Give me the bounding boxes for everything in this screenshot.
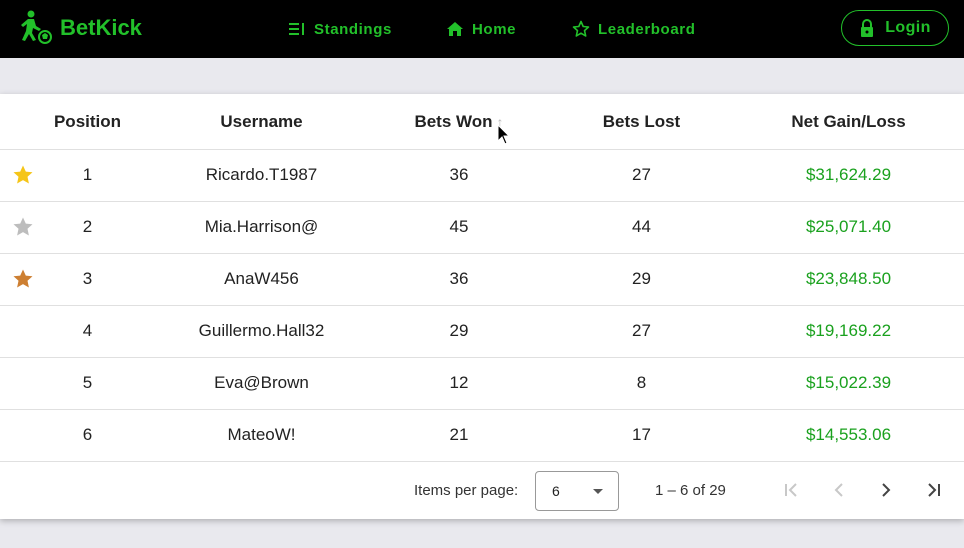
net-gain-loss-cell: $23,848.50: [805, 269, 892, 288]
bets-lost-cell: 27: [632, 165, 651, 184]
chevron-left-icon: [834, 483, 843, 497]
dropdown-arrow-icon: [593, 489, 603, 494]
chevron-right-icon: [882, 483, 891, 497]
position-cell: 2: [82, 217, 93, 236]
header-username[interactable]: Username: [170, 94, 353, 149]
star-outline-icon: [572, 20, 590, 37]
username-cell: Guillermo.Hall32: [198, 321, 325, 340]
nav-leaderboard-label: Leaderboard: [598, 20, 696, 38]
brand-logo[interactable]: BetKick: [14, 10, 142, 46]
login-label: Login: [885, 19, 931, 36]
bets-won-cell: 29: [449, 321, 469, 340]
nav-home-label: Home: [472, 20, 517, 38]
username-cell: Ricardo.T1987: [205, 165, 318, 184]
position-cell: 5: [82, 373, 93, 392]
bets-won-cell: 12: [449, 373, 469, 392]
username-cell: Eva@Brown: [214, 373, 309, 392]
last-page-icon: [928, 483, 940, 497]
paginator: Items per page: 6 1 – 6 of 29: [0, 462, 964, 519]
leaderboard-table: Position Username Bets Won ↑ Bets Lost N…: [0, 94, 964, 519]
previous-page-button[interactable]: [825, 476, 853, 504]
username-cell: Mia.Harrison@: [204, 217, 319, 236]
table-header-row: Position Username Bets Won ↑ Bets Lost N…: [0, 94, 964, 150]
list-icon: [289, 23, 304, 35]
bets-lost-cell: 44: [632, 217, 651, 236]
net-gain-loss-cell: $15,022.39: [805, 373, 892, 392]
net-gain-loss-cell: $19,169.22: [805, 321, 892, 340]
last-page-button[interactable]: [920, 476, 948, 504]
items-per-page-label: Items per page:: [414, 482, 519, 499]
position-cell: 4: [82, 321, 93, 340]
next-page-button[interactable]: [872, 476, 900, 504]
bets-lost-cell: 17: [632, 425, 651, 444]
header-net-gain-loss[interactable]: Net Gain/Loss: [750, 94, 947, 149]
net-gain-loss-cell: $25,071.40: [805, 217, 892, 236]
table-row[interactable]: 5 Eva@Brown 12 8 $15,022.39: [0, 357, 964, 410]
bets-won-cell: 36: [449, 269, 469, 288]
header-bets-lost[interactable]: Bets Lost: [583, 94, 700, 149]
bets-lost-cell: 29: [632, 269, 651, 288]
first-page-icon: [785, 483, 797, 497]
header-position[interactable]: Position: [30, 94, 145, 149]
table-row[interactable]: 1 Ricardo.T1987 36 27 $31,624.29: [0, 149, 964, 202]
nav-standings-label: Standings: [314, 20, 392, 38]
items-per-page-value: 6: [552, 483, 560, 499]
page-range-label: 1 – 6 of 29: [655, 482, 726, 499]
table-row[interactable]: 2 Mia.Harrison@ 45 44 $25,071.40: [0, 201, 964, 254]
table-row[interactable]: 6 MateoW! 21 17 $14,553.06: [0, 409, 964, 462]
first-page-button[interactable]: [777, 476, 805, 504]
top-navigation-bar: BetKick Standings Home Leaderboard Login: [0, 0, 964, 58]
net-gain-loss-cell: $31,624.29: [805, 165, 892, 184]
nav-leaderboard[interactable]: Leaderboard: [572, 0, 695, 58]
bets-won-cell: 36: [449, 165, 469, 184]
soccer-player-icon: [21, 10, 52, 44]
position-cell: 3: [82, 269, 93, 288]
nav-standings[interactable]: Standings: [288, 0, 392, 58]
header-bets-won-label: Bets Won: [414, 111, 493, 131]
table-row[interactable]: 4 Guillermo.Hall32 29 27 $19,169.22: [0, 305, 964, 358]
username-cell: AnaW456: [224, 269, 299, 288]
items-per-page-select[interactable]: 6: [535, 471, 619, 511]
table-row[interactable]: 3 AnaW456 36 29 $23,848.50: [0, 253, 964, 306]
lock-icon: [861, 19, 874, 37]
bets-lost-cell: 8: [636, 373, 647, 392]
username-cell: MateoW!: [227, 425, 296, 444]
home-icon: [447, 22, 463, 36]
position-cell: 1: [82, 165, 93, 184]
nav-home[interactable]: Home: [446, 0, 516, 58]
login-button[interactable]: Login: [841, 10, 949, 46]
brand-name: BetKick: [60, 15, 142, 40]
net-gain-loss-cell: $14,553.06: [805, 425, 892, 444]
bets-won-cell: 45: [449, 217, 469, 236]
bets-won-cell: 21: [449, 425, 469, 444]
mouse-cursor-icon: [497, 124, 511, 145]
bets-lost-cell: 27: [632, 321, 651, 340]
position-cell: 6: [82, 425, 93, 444]
